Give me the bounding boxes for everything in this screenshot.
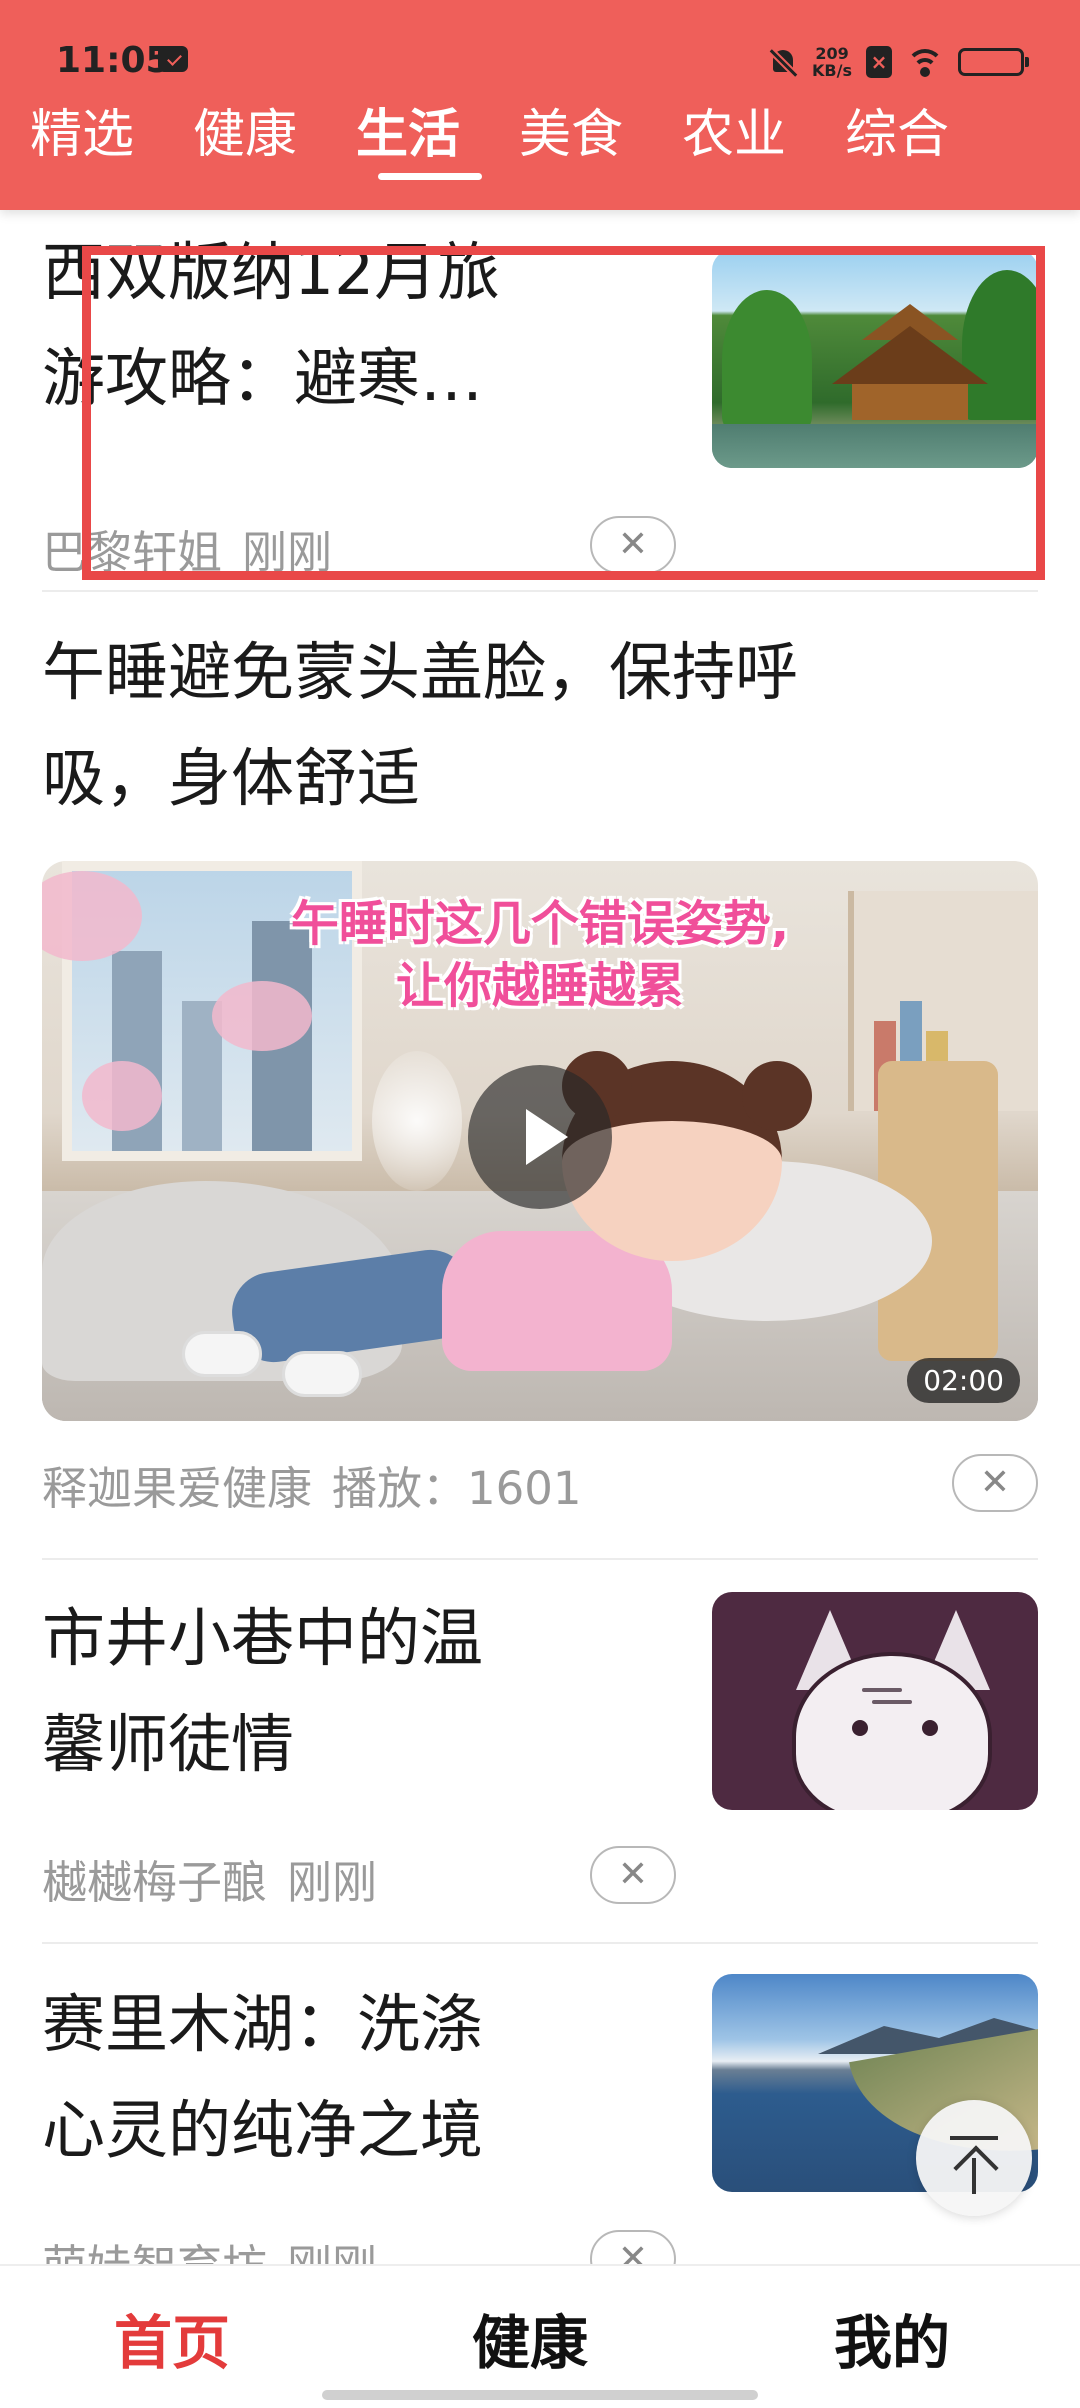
article-author: 萌娃智育坊 — [42, 2240, 267, 2264]
title-line: 市井小巷中的温 — [42, 1602, 483, 1675]
article-title[interactable]: 午睡避免蒙头盖脸，保持呼 吸，身体舒适 — [42, 620, 1038, 832]
article-author: 释迦果爱健康 — [42, 1462, 313, 1515]
sim-icon: × — [866, 46, 892, 78]
play-icon[interactable] — [468, 1065, 612, 1209]
tab-featured[interactable]: 精选 — [30, 100, 193, 186]
title-line: 西双版纳12月旅 — [42, 236, 501, 309]
article-thumbnail[interactable] — [712, 250, 1038, 468]
title-line: 吸，身体舒适 — [42, 742, 420, 815]
news-feed: 西双版纳12月旅 游攻略：避寒… 巴黎轩姐 刚刚 ✕ 午睡避免蒙头盖脸，保持呼 吸… — [0, 210, 1080, 2264]
tab-life[interactable]: 生活 — [356, 100, 519, 186]
dismiss-button[interactable]: ✕ — [590, 1846, 676, 1904]
video-caption: 午睡时这几个错误姿势, 让你越睡越累 — [42, 893, 1038, 1017]
status-icons: 209 KB/s × — [768, 40, 1029, 84]
video-caption-line: 午睡时这几个错误姿势, — [290, 896, 790, 952]
divider — [42, 1558, 1038, 1560]
home-indicator[interactable] — [322, 2390, 758, 2400]
dismiss-button[interactable]: ✕ — [590, 516, 676, 574]
status-time: 11:05 — [56, 40, 171, 81]
article-author: 樾樾梅子酿 — [42, 1856, 268, 1909]
article-title[interactable]: 赛里木湖：洗涤 心灵的纯净之境 — [42, 1972, 642, 2184]
nav-profile[interactable]: 我的 — [834, 2296, 950, 2380]
title-line: 午睡避免蒙头盖脸，保持呼 — [42, 636, 798, 709]
tab-food[interactable]: 美食 — [519, 100, 682, 186]
battery-icon — [958, 48, 1029, 76]
article-meta: 萌娃智育坊刚刚 — [42, 2230, 377, 2264]
tab-health[interactable]: 健康 — [193, 100, 356, 186]
article-card[interactable]: 赛里木湖：洗涤 心灵的纯净之境 萌娃智育坊刚刚 ✕ — [42, 1972, 1038, 2264]
divider — [42, 590, 1038, 592]
tab-agriculture[interactable]: 农业 — [682, 100, 845, 186]
article-meta: 巴黎轩姐 刚刚 — [42, 516, 332, 581]
dismiss-button[interactable]: ✕ — [952, 1454, 1038, 1512]
top-header: 11:05 209 KB/s × 精选 健康 生活 美食 农业 综合 — [0, 0, 1080, 210]
title-line: 游攻略：避寒… — [42, 342, 483, 415]
article-time: 刚刚 — [287, 1856, 378, 1909]
bottom-nav: 首页 健康 我的 — [0, 2264, 1080, 2408]
message-icon — [158, 46, 188, 72]
network-speed: 209 KB/s — [812, 45, 852, 79]
video-caption-line: 让你越睡越累 — [395, 958, 684, 1014]
nav-home[interactable]: 首页 — [114, 2296, 230, 2380]
tab-general[interactable]: 综合 — [845, 100, 1008, 186]
article-time: 刚刚 — [242, 526, 333, 579]
article-title[interactable]: 西双版纳12月旅 游攻略：避寒… — [42, 220, 642, 432]
video-duration: 02:00 — [907, 1358, 1020, 1403]
status-bar: 11:05 209 KB/s × — [0, 0, 1080, 90]
title-line: 馨师徒情 — [42, 1708, 294, 1781]
video-thumbnail[interactable]: 午睡时这几个错误姿势, 让你越睡越累 02:00 — [42, 861, 1038, 1421]
article-card[interactable]: 市井小巷中的温 馨师徒情 樾樾梅子酿 刚刚 ✕ — [42, 1586, 1038, 1916]
category-tabs: 精选 健康 生活 美食 农业 综合 — [30, 100, 1008, 186]
network-speed-unit: KB/s — [812, 61, 852, 80]
play-count: 1601 — [467, 1462, 582, 1515]
article-meta: 樾樾梅子酿 刚刚 — [42, 1846, 377, 1911]
bell-off-icon — [768, 47, 798, 77]
play-count-label: 播放： — [332, 1462, 468, 1515]
back-to-top-icon[interactable] — [916, 2100, 1032, 2216]
title-line: 心灵的纯净之境 — [42, 2094, 483, 2167]
article-thumbnail[interactable] — [712, 1592, 1038, 1810]
divider — [42, 1942, 1038, 1944]
article-author: 巴黎轩姐 — [42, 526, 223, 579]
article-title[interactable]: 市井小巷中的温 馨师徒情 — [42, 1586, 642, 1798]
article-time: 刚刚 — [287, 2240, 377, 2264]
article-meta: 释迦果爱健康 播放：1601 — [42, 1452, 582, 1517]
article-card[interactable]: 西双版纳12月旅 游攻略：避寒… 巴黎轩姐 刚刚 ✕ — [42, 236, 1038, 579]
dismiss-button[interactable]: ✕ — [590, 2230, 676, 2264]
wifi-icon — [906, 47, 944, 77]
nav-health[interactable]: 健康 — [472, 2296, 588, 2380]
title-line: 赛里木湖：洗涤 — [42, 1988, 483, 2061]
